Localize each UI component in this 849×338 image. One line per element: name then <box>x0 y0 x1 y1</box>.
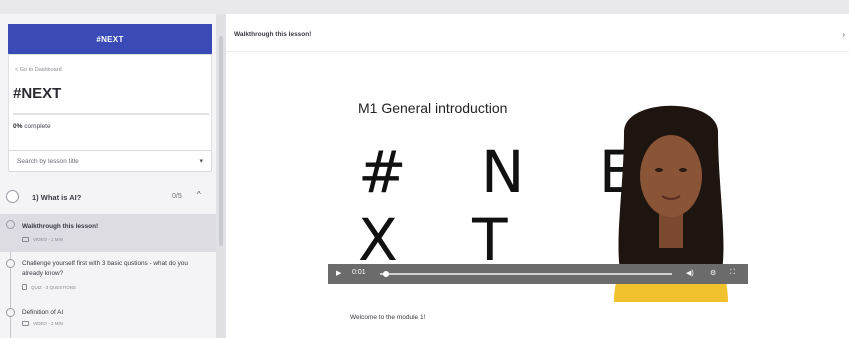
brand-bar: #NEXT <box>8 24 212 54</box>
section-count: 0/5 <box>172 193 182 200</box>
fullscreen-icon[interactable]: ⛶ <box>730 269 735 277</box>
lesson-status-icon <box>6 259 15 268</box>
progress-text: 0% complete <box>13 123 51 130</box>
scrollbar-thumb[interactable] <box>219 36 223 246</box>
video-controls: ▶ 0:01 ◀) ⚙ ⛶ <box>328 264 748 284</box>
section-status-icon <box>6 190 19 203</box>
video-time: 0:01 <box>352 269 366 276</box>
app: #NEXT < Go to Dashboard #NEXT 0% complet… <box>0 0 849 338</box>
welcome-text: Welcome to the module 1! <box>350 314 426 321</box>
lesson-search-dropdown[interactable]: Search by lesson title ▾ <box>8 150 212 172</box>
section-title: 1) What is AI? <box>32 193 82 202</box>
seek-handle[interactable] <box>382 271 389 277</box>
progress-bar <box>13 113 209 115</box>
lesson-meta: VIDEO - 1 MIN <box>22 237 63 242</box>
play-icon[interactable]: ▶ <box>336 269 341 277</box>
slide-heading: M1 General introduction <box>358 100 508 116</box>
video-icon <box>22 237 29 242</box>
settings-gear-icon[interactable]: ⚙ <box>710 269 716 277</box>
chevron-up-icon[interactable]: ^ <box>197 190 201 199</box>
lesson-item-definition[interactable]: Definition of AI VIDEO - 2 MIN <box>0 306 216 338</box>
course-card: < Go to Dashboard #NEXT 0% complete <box>8 54 212 156</box>
back-to-dashboard-link[interactable]: < Go to Dashboard <box>15 67 62 73</box>
caret-down-icon: ▾ <box>199 158 203 165</box>
main-content: Walkthrough this lesson! › M1 General in… <box>226 14 849 338</box>
lesson-meta: QUIZ - 3 QUESTIONS <box>22 284 76 290</box>
video-player[interactable]: M1 General introduction # N E X T ▶ 0:01… <box>328 52 748 302</box>
sidebar: #NEXT < Go to Dashboard #NEXT 0% complet… <box>0 14 216 338</box>
sidebar-scrollbar[interactable] <box>216 14 226 338</box>
progress-suffix: complete <box>24 123 51 130</box>
lesson-header-title: Walkthrough this lesson! <box>234 31 312 38</box>
lesson-title: Definition of AI <box>22 309 64 316</box>
lesson-item-challenge[interactable]: Challenge yourself first with 3 basic qu… <box>0 255 216 303</box>
volume-icon[interactable]: ◀) <box>686 269 694 277</box>
lesson-meta-text: VIDEO - 1 MIN <box>33 237 64 242</box>
quiz-icon <box>22 284 27 290</box>
search-placeholder: Search by lesson title <box>17 158 79 165</box>
lesson-header: Walkthrough this lesson! › <box>226 22 849 52</box>
progress-value: 0% <box>13 123 23 130</box>
video-icon <box>22 321 29 326</box>
seek-bar[interactable] <box>380 273 672 275</box>
course-title: #NEXT <box>13 85 62 102</box>
lesson-status-icon <box>6 220 15 229</box>
lesson-meta: VIDEO - 2 MIN <box>22 321 63 326</box>
lesson-title: Challenge yourself first with 3 basic qu… <box>22 260 188 277</box>
section-header[interactable]: 1) What is AI? 0/5 ^ <box>0 180 216 214</box>
lesson-status-icon <box>6 308 15 317</box>
collapse-icon[interactable]: › <box>842 30 845 39</box>
lesson-meta-text: VIDEO - 2 MIN <box>33 321 64 326</box>
seek-bar-track <box>380 273 672 275</box>
lesson-title: Walkthrough this lesson! <box>22 223 99 230</box>
lesson-item-walkthrough[interactable]: Walkthrough this lesson! VIDEO - 1 MIN <box>0 214 216 252</box>
lesson-meta-text: QUIZ - 3 QUESTIONS <box>31 284 77 290</box>
